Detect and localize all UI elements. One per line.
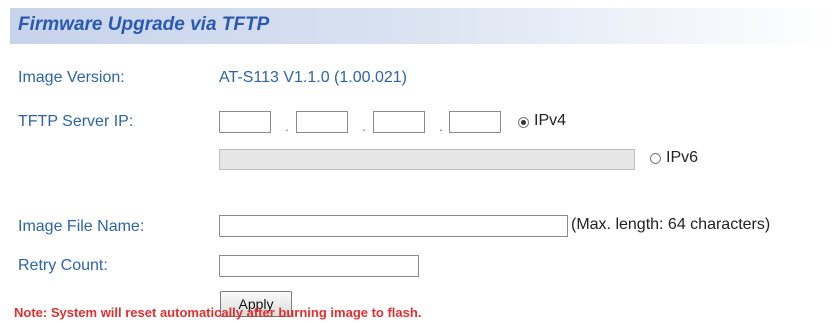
ip-octet-4-input[interactable] [449, 111, 501, 133]
ip-octet-3-input[interactable] [373, 111, 425, 133]
tftp-server-ip-label: TFTP Server IP: [18, 113, 134, 130]
retry-count-input[interactable] [219, 255, 419, 277]
page-title: Firmware Upgrade via TFTP [18, 14, 270, 35]
ip-octet-2-input[interactable] [296, 111, 348, 133]
ip-separator: . [439, 118, 443, 134]
reset-note: Note: System will reset automatically af… [14, 305, 422, 320]
ipv4-radio[interactable] [518, 117, 529, 128]
ip-separator: . [285, 118, 289, 134]
image-version-label: Image Version: [18, 69, 125, 86]
ipv6-radio[interactable] [650, 153, 661, 164]
ipv6-label: IPv6 [666, 149, 699, 166]
image-file-name-input[interactable] [219, 215, 568, 237]
image-file-name-label: Image File Name: [18, 218, 145, 235]
ipv4-label: IPv4 [534, 112, 567, 129]
ip-separator: . [362, 118, 366, 134]
image-version-value: AT-S113 V1.1.0 (1.00.021) [219, 69, 407, 86]
file-name-hint: (Max. length: 64 characters) [571, 216, 771, 233]
section-header: Firmware Upgrade via TFTP [10, 8, 835, 44]
retry-count-label: Retry Count: [18, 257, 108, 274]
ipv6-address-input[interactable] [219, 149, 635, 170]
ip-octet-1-input[interactable] [219, 111, 271, 133]
